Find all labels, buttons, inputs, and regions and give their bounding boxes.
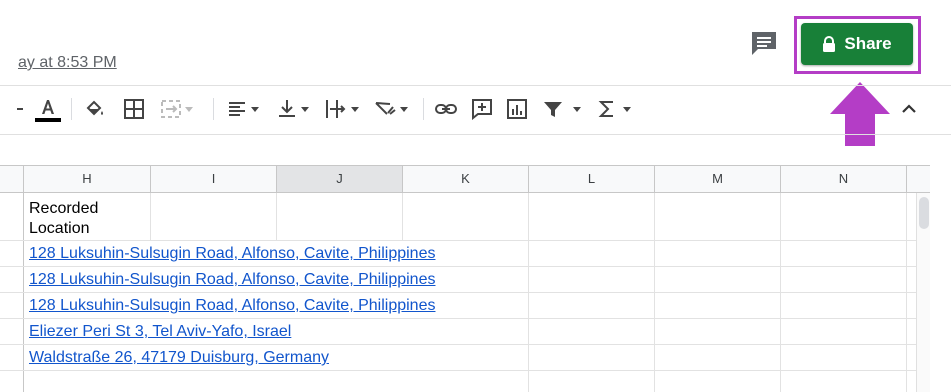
toolbar-bottom-divider: [0, 134, 951, 135]
borders-icon[interactable]: [123, 96, 145, 122]
link-icon[interactable]: [434, 96, 458, 122]
collapse-toolbar-icon[interactable]: [899, 96, 919, 122]
header-cell-recorded[interactable]: Recorded: [29, 200, 98, 218]
right-margin: [930, 165, 951, 392]
align-horizontal-icon[interactable]: [226, 96, 259, 122]
scrollbar-thumb[interactable]: [919, 197, 929, 229]
toolbar-separator: [71, 98, 72, 120]
toolbar-separator: [423, 98, 424, 120]
column-header-k[interactable]: K: [403, 166, 529, 192]
location-link[interactable]: Eliezer Peri St 3, Tel Aviv-Yafo, Israel: [29, 323, 291, 341]
filter-icon[interactable]: [542, 96, 581, 122]
text-rotation-icon[interactable]: [373, 96, 408, 122]
location-link[interactable]: Waldstraße 26, 47179 Duisburg, Germany: [29, 349, 329, 367]
gridline: [0, 318, 930, 319]
column-header-h[interactable]: H: [24, 166, 151, 192]
share-label: Share: [844, 34, 892, 53]
column-header-i[interactable]: I: [151, 166, 277, 192]
text-wrap-icon[interactable]: [324, 96, 359, 122]
column-header-n[interactable]: N: [781, 166, 907, 192]
functions-icon[interactable]: [597, 96, 631, 122]
column-header-j[interactable]: J: [277, 166, 403, 192]
gridline: [0, 292, 930, 293]
fill-color-icon[interactable]: [84, 96, 106, 122]
gridline: [0, 240, 930, 241]
share-button[interactable]: Share: [801, 23, 913, 65]
gridline: [402, 193, 403, 241]
row-header-edge: [23, 165, 24, 392]
text-color-icon[interactable]: [34, 96, 62, 122]
previous-tool-caret[interactable]: [17, 96, 25, 122]
comments-icon[interactable]: [750, 30, 778, 56]
comment-icon[interactable]: [471, 96, 493, 122]
gridline: [276, 193, 277, 241]
location-link[interactable]: 128 Luksuhin-Sulsugin Road, Alfonso, Cav…: [29, 245, 435, 263]
merge-cells-icon: [160, 96, 193, 122]
gridline: [150, 193, 151, 241]
annotation-arrow-icon: [830, 82, 890, 146]
location-link[interactable]: 128 Luksuhin-Sulsugin Road, Alfonso, Cav…: [29, 271, 435, 289]
column-header-row: H I J K L M N: [0, 165, 930, 193]
header-cell-location[interactable]: Location: [29, 220, 90, 238]
lock-icon: [823, 36, 836, 52]
column-header-l[interactable]: L: [529, 166, 655, 192]
chart-icon[interactable]: [506, 96, 528, 122]
gridline: [0, 370, 930, 371]
align-vertical-icon[interactable]: [276, 96, 309, 122]
gridline: [0, 266, 930, 267]
location-link[interactable]: 128 Luksuhin-Sulsugin Road, Alfonso, Cav…: [29, 297, 435, 315]
gridline: [0, 344, 930, 345]
last-edit-link[interactable]: ay at 8:53 PM: [18, 54, 117, 72]
toolbar-top-divider: [0, 85, 951, 86]
toolbar-separator: [213, 98, 214, 120]
column-header-m[interactable]: M: [655, 166, 781, 192]
